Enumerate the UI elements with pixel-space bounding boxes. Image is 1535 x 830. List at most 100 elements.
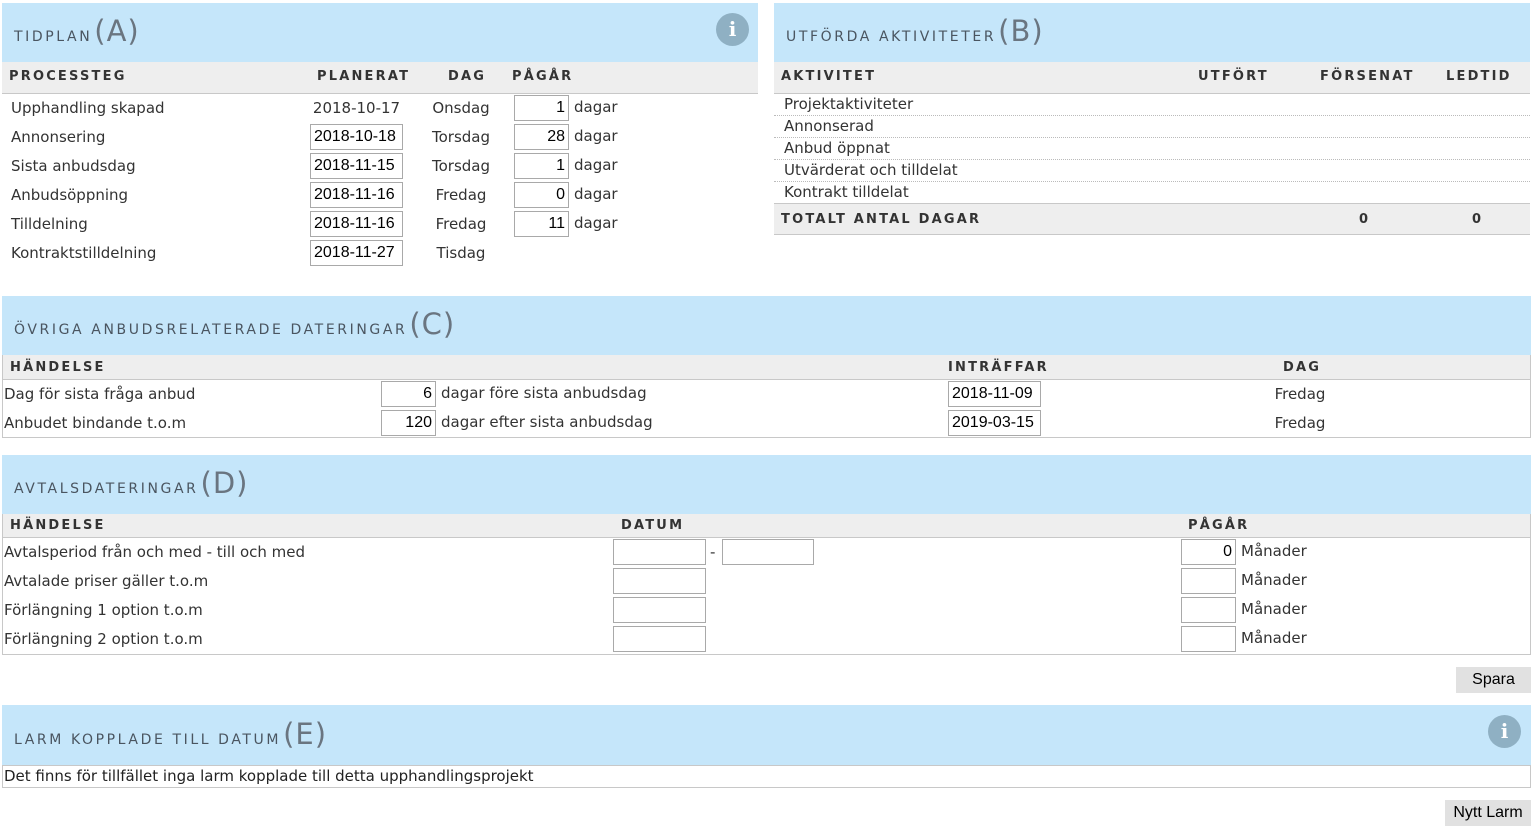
tidplan-header: TIDPLAN(A) i: [2, 3, 758, 62]
date-input[interactable]: 2018-11-16: [310, 182, 403, 208]
unit-label: dagar: [574, 156, 618, 174]
date-input[interactable]: 2018-11-15: [310, 153, 403, 179]
col-forsenat: FÖRSENAT: [1320, 69, 1415, 84]
new-alarm-button[interactable]: Nytt Larm: [1445, 800, 1531, 826]
end-date-input[interactable]: [722, 539, 814, 565]
event-label: Avtalade priser gäller t.o.m: [4, 572, 209, 590]
date-input[interactable]: 2018-11-09: [948, 381, 1041, 407]
duration-input[interactable]: 0: [514, 182, 569, 208]
date-input[interactable]: 2018-11-16: [310, 211, 403, 237]
months-input[interactable]: [1181, 597, 1236, 623]
date-input[interactable]: [613, 626, 706, 652]
days-input[interactable]: 120: [381, 410, 436, 436]
tidplan-day: Tisdag: [436, 244, 486, 262]
duration-input[interactable]: 1: [514, 95, 569, 121]
avtal-column-header: HÄNDELSE DATUM PÅGÅR: [2, 514, 1531, 538]
total-label: TOTALT ANTAL DAGAR: [781, 212, 982, 227]
months-input[interactable]: 0: [1181, 539, 1236, 565]
tidplan-step: Annonsering: [11, 128, 106, 146]
divider: [774, 181, 1530, 182]
activity-row: Kontrakt tilldelat: [784, 183, 909, 201]
col-planerat: PLANERAT: [317, 69, 411, 84]
tidplan-step: Tilldelning: [11, 215, 88, 233]
col-dag: DAG: [448, 69, 487, 84]
col-intraffar: INTRÄFFAR: [948, 360, 1049, 375]
col-dag: DAG: [1283, 360, 1322, 375]
event-label: Förlängning 1 option t.o.m: [4, 601, 203, 619]
tidplan-date-static: 2018-10-17: [312, 99, 401, 117]
tidplan-title: TIDPLAN(A): [14, 14, 140, 48]
col-pagar: PÅGÅR: [1188, 518, 1250, 533]
duration-input[interactable]: 11: [514, 211, 569, 237]
unit-label: Månader: [1241, 600, 1307, 618]
unit-label: dagar: [574, 127, 618, 145]
day-label: Fredag: [1274, 385, 1326, 403]
unit-label: Månader: [1241, 542, 1307, 560]
date-input[interactable]: 2018-11-27: [310, 240, 403, 266]
utforda-header: UTFÖRDA AKTIVITETER(B): [774, 3, 1530, 62]
event-label: Anbudet bindande t.o.m: [4, 414, 187, 432]
tidplan-day: Fredag: [435, 186, 487, 204]
tidplan-day: Torsdag: [431, 157, 490, 175]
duration-input[interactable]: 1: [514, 153, 569, 179]
ovriga-column-header: HÄNDELSE INTRÄFFAR DAG: [2, 355, 1531, 380]
unit-label: dagar: [574, 214, 618, 232]
info-icon[interactable]: i: [1488, 715, 1521, 748]
event-label: Förlängning 2 option t.o.m: [4, 630, 203, 648]
utforda-column-header: AKTIVITET UTFÖRT FÖRSENAT LEDTID: [774, 62, 1530, 94]
avtal-title: AVTALSDATERINGAR(D): [14, 466, 249, 500]
days-input[interactable]: 6: [381, 381, 436, 407]
tidplan-step: Anbudsöppning: [11, 186, 129, 204]
ovriga-header: ÖVRIGA ANBUDSRELATERADE DATERINGAR(C): [2, 296, 1531, 355]
date-separator: -: [710, 543, 716, 561]
tidplan-step: Sista anbudsdag: [11, 157, 136, 175]
activity-row: Annonserad: [784, 117, 874, 135]
col-datum: DATUM: [621, 518, 685, 533]
date-input[interactable]: 2018-10-18: [310, 124, 403, 150]
activity-row: Utvärderat och tilldelat: [784, 161, 958, 179]
tidplan-day: Onsdag: [432, 99, 490, 117]
start-date-input[interactable]: [613, 539, 706, 565]
relation-label: dagar före sista anbudsdag: [441, 384, 647, 402]
empty-alarm-text: Det finns för tillfället inga larm koppl…: [4, 767, 534, 785]
avtal-header: AVTALSDATERINGAR(D): [2, 455, 1531, 514]
col-ledtid: LEDTID: [1446, 69, 1512, 84]
col-pagar: PÅGÅR: [512, 69, 574, 84]
date-input[interactable]: [613, 597, 706, 623]
total-row: TOTALT ANTAL DAGAR 0 0: [774, 203, 1530, 235]
duration-input[interactable]: 28: [514, 124, 569, 150]
tidplan-step: Kontraktstilldelning: [11, 244, 157, 262]
col-aktivitet: AKTIVITET: [781, 69, 877, 84]
divider: [774, 159, 1530, 160]
activity-row: Projektaktiviteter: [784, 95, 914, 113]
col-processsteg: PROCESSTEG: [9, 69, 127, 84]
relation-label: dagar efter sista anbudsdag: [441, 413, 653, 431]
months-input[interactable]: [1181, 568, 1236, 594]
total-ledtid: 0: [1472, 212, 1484, 227]
divider: [774, 137, 1530, 138]
unit-label: Månader: [1241, 571, 1307, 589]
larm-title: LARM KOPPLADE TILL DATUM(E): [14, 717, 328, 751]
day-label: Fredag: [1274, 414, 1326, 432]
tidplan-step: Upphandling skapad: [11, 99, 165, 117]
unit-label: dagar: [574, 185, 618, 203]
utforda-title: UTFÖRDA AKTIVITETER(B): [786, 14, 1044, 48]
ovriga-title: ÖVRIGA ANBUDSRELATERADE DATERINGAR(C): [14, 307, 456, 341]
col-handelse: HÄNDELSE: [10, 518, 106, 533]
unit-label: dagar: [574, 98, 618, 116]
col-handelse: HÄNDELSE: [10, 360, 106, 375]
total-forsenat: 0: [1359, 212, 1371, 227]
event-label: Avtalsperiod från och med - till och med: [4, 543, 306, 561]
date-input[interactable]: [613, 568, 706, 594]
activity-row: Anbud öppnat: [784, 139, 890, 157]
divider: [774, 115, 1530, 116]
event-label: Dag för sista fråga anbud: [4, 385, 196, 403]
larm-header: LARM KOPPLADE TILL DATUM(E) i: [2, 705, 1531, 765]
col-utfort: UTFÖRT: [1198, 69, 1269, 84]
months-input[interactable]: [1181, 626, 1236, 652]
tidplan-day: Torsdag: [431, 128, 490, 146]
info-icon[interactable]: i: [716, 13, 749, 46]
save-button[interactable]: Spara: [1456, 667, 1531, 693]
tidplan-day: Fredag: [435, 215, 487, 233]
date-input[interactable]: 2019-03-15: [948, 410, 1041, 436]
